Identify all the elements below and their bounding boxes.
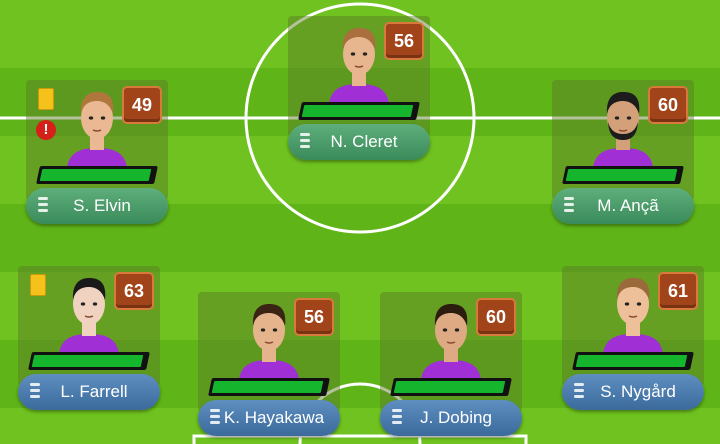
player-card-farrell[interactable]: 63 L. Farrell [18,266,160,416]
player-portrait [421,304,481,380]
stamina-bar [572,352,694,370]
stamina-bar [562,166,684,184]
player-rating-badge: 56 [384,22,424,60]
player-name-button[interactable]: L. Farrell [18,374,160,410]
drag-handle-icon[interactable] [300,133,310,151]
stamina-bar-fill [393,381,506,393]
player-card-elvin[interactable]: 49! S. Elvin [26,80,168,230]
player-card-cleret[interactable]: 56 N. Cleret [288,16,430,166]
drag-handle-icon[interactable] [564,197,574,215]
exclamation-icon: ! [36,120,56,140]
stamina-bar [36,166,158,184]
player-card-dobing[interactable]: 60 J. Dobing [380,292,522,442]
player-name: N. Cleret [330,132,398,151]
player-name: M. Ançã [597,196,659,215]
stamina-bar [298,102,420,120]
player-rating-badge: 60 [648,86,688,124]
player-portrait [603,278,663,354]
player-name-button[interactable]: N. Cleret [288,124,430,160]
stamina-bar [390,378,512,396]
drag-handle-icon[interactable] [574,383,584,401]
stamina-bar-fill [211,381,324,393]
stamina-bar-fill [301,105,414,117]
player-portrait [593,92,653,168]
player-rating-badge: 63 [114,272,154,310]
stamina-bar-fill [39,169,152,181]
player-name: S. Nygård [600,382,676,401]
player-name: L. Farrell [60,382,128,401]
player-rating-badge: 61 [658,272,698,310]
player-name: J. Dobing [420,408,492,427]
player-name-button[interactable]: J. Dobing [380,400,522,436]
drag-handle-icon[interactable] [38,197,48,215]
player-rating-badge: 56 [294,298,334,336]
player-card-hayakawa[interactable]: 56 K. Hayakawa [198,292,340,442]
drag-handle-icon[interactable] [30,383,40,401]
player-rating-badge: 60 [476,298,516,336]
stamina-bar-fill [565,169,678,181]
player-rating-badge: 49 [122,86,162,124]
player-portrait [67,92,127,168]
stamina-bar [208,378,330,396]
drag-handle-icon[interactable] [210,409,220,427]
player-name: K. Hayakawa [223,408,325,427]
player-name: S. Elvin [73,196,131,215]
player-card-nygard[interactable]: 61 S. Nygård [562,266,704,416]
stamina-bar-fill [31,355,144,367]
player-portrait [329,28,389,104]
player-portrait [59,278,119,354]
stamina-bar-fill [575,355,688,367]
player-name-button[interactable]: S. Nygård [562,374,704,410]
player-name-button[interactable]: S. Elvin [26,188,168,224]
player-name-button[interactable]: M. Ançã [552,188,694,224]
player-portrait [239,304,299,380]
stamina-bar [28,352,150,370]
yellow-card-icon [38,88,54,110]
yellow-card-icon [30,274,46,296]
drag-handle-icon[interactable] [392,409,402,427]
player-name-button[interactable]: K. Hayakawa [198,400,340,436]
player-card-anca[interactable]: 60 M. Ançã [552,80,694,230]
